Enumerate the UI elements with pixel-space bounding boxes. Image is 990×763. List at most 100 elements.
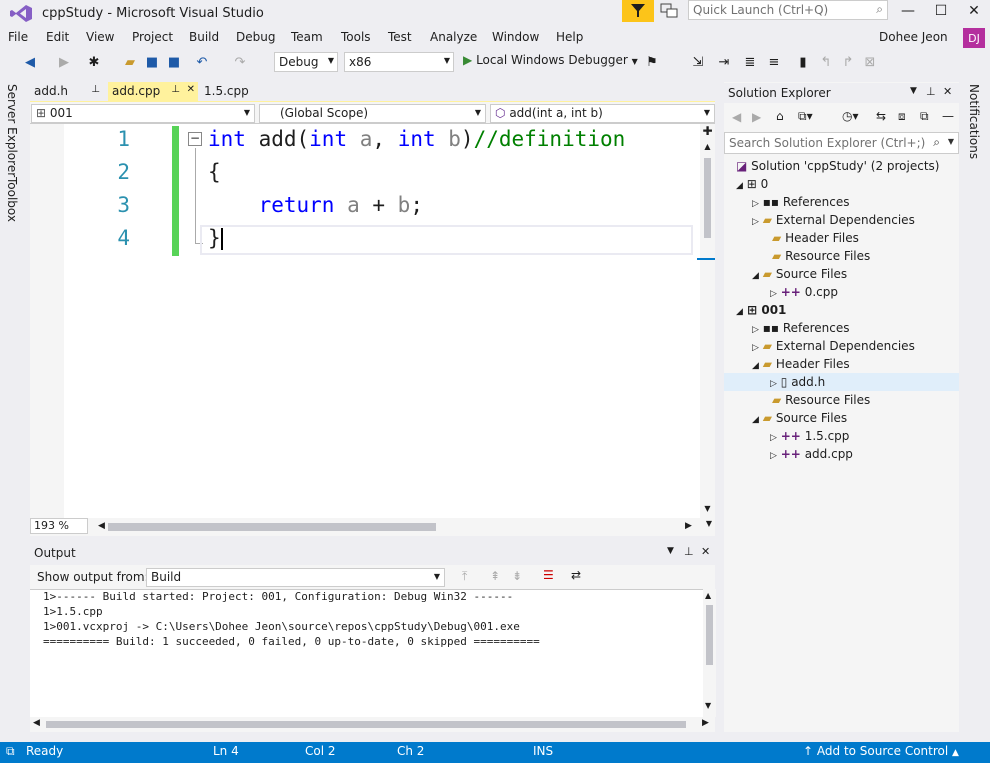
tab-add-h[interactable]: add.h ⊥ bbox=[30, 82, 104, 102]
tree-source-files[interactable]: ◢ ▰ Source Files bbox=[752, 267, 847, 281]
back-icon[interactable]: ◀ bbox=[22, 54, 38, 70]
menu-debug[interactable]: Debug bbox=[236, 30, 275, 44]
find-message-icon[interactable]: ⤒ bbox=[462, 569, 467, 584]
window-menu-icon[interactable]: ▼ bbox=[667, 546, 674, 556]
output-source-select[interactable]: Build ▼ bbox=[146, 568, 445, 587]
tree-file-1-5-cpp[interactable]: ▷ ++ 1.5.cpp bbox=[770, 429, 849, 443]
tree-resource-files[interactable]: ▰ Resource Files bbox=[772, 393, 870, 407]
menu-build[interactable]: Build bbox=[189, 30, 219, 44]
maximize-button[interactable]: ☐ bbox=[926, 0, 956, 22]
uncomment-icon[interactable]: ≡ bbox=[766, 54, 782, 70]
search-options-icon[interactable]: ▼ bbox=[948, 137, 954, 146]
menu-file[interactable]: File bbox=[8, 30, 28, 44]
avatar[interactable]: DJ bbox=[963, 28, 985, 48]
step-into-icon[interactable]: ⇲ bbox=[690, 54, 706, 70]
scroll-up-icon[interactable]: ▲ bbox=[705, 591, 711, 600]
scroll-left-icon[interactable]: ◀ bbox=[33, 718, 40, 728]
tab-add-cpp[interactable]: add.cpp ⊥ ✕ bbox=[108, 82, 198, 102]
save-all-icon[interactable]: ■ bbox=[166, 54, 182, 70]
window-menu-icon[interactable]: ▼ bbox=[910, 86, 917, 96]
scroll-thumb[interactable] bbox=[706, 605, 713, 665]
solution-configuration-select[interactable]: Debug ▼ bbox=[274, 52, 338, 72]
menu-analyze[interactable]: Analyze bbox=[430, 30, 477, 44]
source-control-button[interactable]: ↑ Add to Source Control ▲ bbox=[803, 744, 959, 758]
tree-project-001[interactable]: ◢ ⊞ 001 bbox=[736, 303, 786, 317]
sync-icon[interactable]: ⇆ bbox=[876, 109, 886, 123]
pin-icon[interactable]: ⊥ bbox=[171, 84, 180, 95]
solution-search-input[interactable]: Search Solution Explorer (Ctrl+;) ⌕ ▼ bbox=[724, 132, 959, 154]
server-explorer-tab[interactable]: Server Explorer bbox=[5, 84, 19, 177]
forward-icon[interactable]: ▶ bbox=[752, 110, 761, 124]
pending-changes-icon[interactable]: ◷▾ bbox=[842, 109, 859, 123]
clear-bookmarks-icon[interactable]: ⊠ bbox=[862, 54, 878, 70]
tree-project-0[interactable]: ◢ ⊞ 0 bbox=[736, 177, 768, 191]
minimize-button[interactable]: — bbox=[893, 0, 923, 22]
tree-references[interactable]: ▷ ▪▪ References bbox=[752, 321, 850, 335]
menu-view[interactable]: View bbox=[86, 30, 114, 44]
switch-views-icon[interactable]: ⧉▾ bbox=[798, 109, 813, 124]
scroll-right-icon[interactable]: ▶ bbox=[685, 521, 692, 531]
menu-edit[interactable]: Edit bbox=[46, 30, 69, 44]
code-editor[interactable] bbox=[30, 124, 700, 518]
tree-header-files[interactable]: ◢ ▰ Header Files bbox=[752, 357, 850, 371]
tree-file-add-cpp[interactable]: ▷ ++ add.cpp bbox=[770, 447, 853, 461]
notifications-tab[interactable]: Notifications bbox=[967, 84, 981, 159]
quick-launch-input[interactable]: Quick Launch (Ctrl+Q) ⌕ bbox=[688, 0, 888, 20]
tree-references[interactable]: ▷ ▪▪ References bbox=[752, 195, 850, 209]
zoom-select[interactable]: 193 % ▼ bbox=[30, 518, 712, 534]
tree-solution[interactable]: ◪ Solution 'cppStudy' (2 projects) bbox=[736, 159, 939, 173]
close-tab-icon[interactable]: ✕ bbox=[187, 84, 195, 95]
split-icon[interactable]: ✚ bbox=[700, 124, 715, 139]
menu-help[interactable]: Help bbox=[556, 30, 583, 44]
menu-window[interactable]: Window bbox=[492, 30, 539, 44]
project-dropdown[interactable]: ⊞ 001 ▼ bbox=[31, 104, 255, 123]
toolbox-tab[interactable]: Toolbox bbox=[5, 177, 19, 222]
tree-external-dependencies[interactable]: ▷ ▰ External Dependencies bbox=[752, 339, 915, 353]
pin-icon[interactable]: ⊥ bbox=[926, 85, 936, 98]
close-icon[interactable]: ✕ bbox=[943, 85, 952, 98]
start-debugging-button[interactable]: ▶ Local Windows Debugger ▼ bbox=[463, 53, 638, 67]
step-over-icon[interactable]: ⇥ bbox=[716, 54, 732, 70]
h-scroll-thumb[interactable] bbox=[46, 721, 686, 728]
solution-platform-select[interactable]: x86 ▼ bbox=[344, 52, 454, 72]
next-bookmark-icon[interactable]: ↱ bbox=[840, 54, 856, 70]
browser-link-icon[interactable]: ⚑ bbox=[644, 54, 660, 70]
scroll-left-icon[interactable]: ◀ bbox=[98, 521, 105, 531]
scope-dropdown[interactable]: (Global Scope) ▼ bbox=[259, 104, 486, 123]
editor-vertical-scrollbar[interactable]: ✚ ▲ ▼ bbox=[700, 124, 715, 518]
redo-icon[interactable]: ↷ bbox=[232, 54, 248, 70]
editor-horizontal-scrollbar[interactable]: 193 % ▼ ◀ ▶ bbox=[30, 518, 715, 536]
word-wrap-icon[interactable]: ⇄ bbox=[571, 568, 581, 582]
output-text[interactable] bbox=[30, 589, 703, 717]
tree-file-add-h[interactable]: ▷ ▯ add.h bbox=[770, 375, 825, 389]
close-icon[interactable]: ✕ bbox=[701, 545, 710, 558]
forward-icon[interactable]: ▶ bbox=[56, 54, 72, 70]
close-button[interactable]: ✕ bbox=[959, 0, 989, 22]
menu-tools[interactable]: Tools bbox=[341, 30, 371, 44]
member-dropdown[interactable]: ⬡ add(int a, int b) ▼ bbox=[490, 104, 715, 123]
undo-icon[interactable]: ↶ bbox=[194, 54, 210, 70]
properties-icon[interactable]: — bbox=[942, 109, 954, 123]
feedback-icon[interactable] bbox=[660, 3, 682, 21]
scroll-right-icon[interactable]: ▶ bbox=[702, 718, 709, 728]
next-message-icon[interactable]: ⇟ bbox=[512, 569, 522, 583]
scroll-down-icon[interactable]: ▼ bbox=[705, 701, 711, 710]
menu-test[interactable]: Test bbox=[388, 30, 412, 44]
save-icon[interactable]: ■ bbox=[144, 54, 160, 70]
user-name[interactable]: Dohee Jeon bbox=[879, 30, 948, 44]
show-all-files-icon[interactable]: ⧉ bbox=[920, 109, 929, 124]
new-project-icon[interactable]: ✱ bbox=[86, 54, 102, 70]
comment-out-icon[interactable]: ≣ bbox=[742, 54, 758, 70]
output-horizontal-scrollbar[interactable]: ◀ ▶ bbox=[30, 717, 715, 732]
pin-icon[interactable]: ⊥ bbox=[684, 545, 694, 558]
tree-external-dependencies[interactable]: ▷ ▰ External Dependencies bbox=[752, 213, 915, 227]
filter-icon[interactable] bbox=[622, 0, 654, 22]
tab-1-5-cpp[interactable]: 1.5.cpp bbox=[200, 82, 260, 102]
tree-source-files[interactable]: ◢ ▰ Source Files bbox=[752, 411, 847, 425]
scroll-up-icon[interactable]: ▲ bbox=[700, 142, 715, 151]
menu-project[interactable]: Project bbox=[132, 30, 173, 44]
open-folder-icon[interactable]: ▰ bbox=[122, 54, 138, 70]
pin-icon[interactable]: ⊥ bbox=[91, 84, 100, 95]
prev-message-icon[interactable]: ⇞ bbox=[490, 569, 500, 583]
bookmark-icon[interactable]: ▮ bbox=[795, 54, 811, 70]
